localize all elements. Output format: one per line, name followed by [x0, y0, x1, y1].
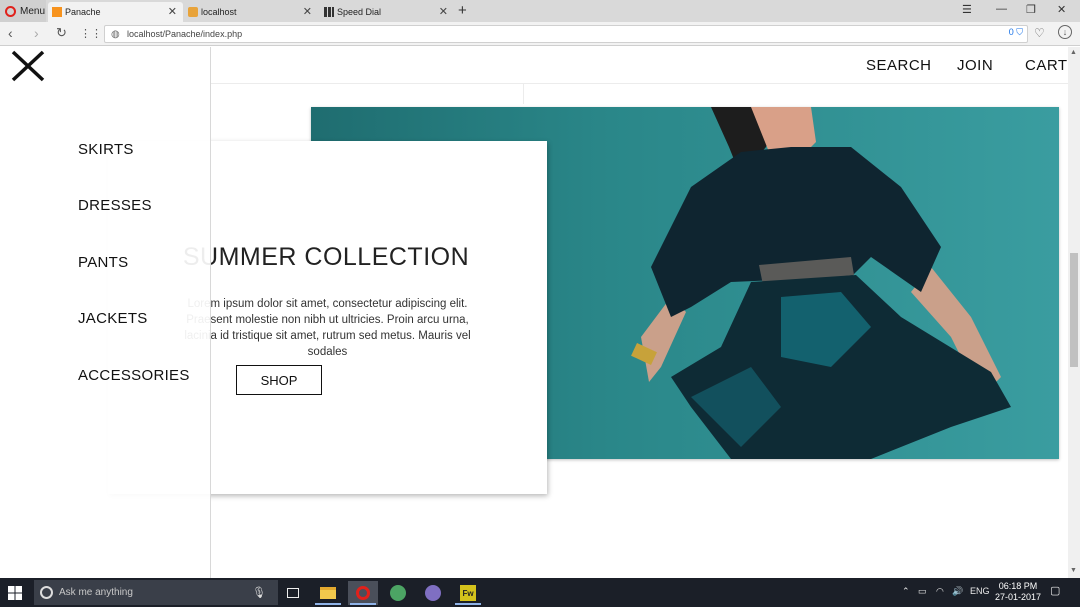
opera-taskbar-icon[interactable] — [348, 581, 378, 605]
windows-taskbar: Ask me anything 🎙 Fw ⌃ ▭ ◠ 🔊 ENG 06:18 P… — [0, 578, 1080, 607]
close-tab-icon[interactable]: ✕ — [168, 5, 177, 18]
tab-title: Speed Dial — [337, 7, 382, 17]
tab-speed-dial[interactable]: Speed Dial ✕ — [320, 2, 454, 22]
panache-favicon-icon — [52, 7, 62, 17]
show-hidden-icons-icon[interactable]: ⌃ — [902, 586, 910, 597]
microphone-icon[interactable]: 🎙 — [252, 586, 266, 599]
browser-tab-bar: Menu Panache ✕ localhost ✕ Speed Dial ✕ … — [0, 0, 1080, 22]
reload-icon[interactable]: ↻ — [56, 25, 67, 41]
battery-icon[interactable]: ▭ — [918, 586, 927, 597]
tab-title: localhost — [201, 7, 237, 17]
url-field[interactable]: ◍ localhost/Panache/index.php 0 ⛉ — [104, 25, 1028, 43]
green-app-taskbar-icon[interactable] — [383, 581, 413, 605]
close-menu-icon[interactable] — [10, 49, 46, 83]
cortana-search-box[interactable]: Ask me anything 🎙 — [34, 580, 278, 605]
side-menu-item-skirts[interactable]: SKIRTS — [78, 141, 134, 158]
nav-search-link[interactable]: SEARCH — [866, 57, 932, 74]
download-icon[interactable]: ↓ — [1058, 25, 1072, 39]
speed-dial-grid-icon — [324, 7, 334, 17]
windows-start-icon[interactable] — [8, 586, 22, 600]
scroll-down-icon[interactable]: ▼ — [1070, 567, 1077, 574]
side-menu-item-pants[interactable]: PANTS — [78, 254, 128, 271]
task-view-icon[interactable] — [278, 581, 308, 605]
nav-cart-link[interactable]: CART — [1025, 57, 1068, 74]
page-scrollbar[interactable]: ▲ ▼ — [1068, 47, 1080, 578]
tab-menu-icon[interactable]: ☰ — [962, 3, 972, 16]
new-tab-plus-icon[interactable]: + — [458, 2, 467, 19]
file-explorer-icon[interactable] — [313, 581, 343, 605]
address-bar-row: ‹ › ↻ ⋮⋮⋮ ◍ localhost/Panache/index.php … — [0, 22, 1080, 46]
notifications-icon[interactable]: ▢ — [1050, 584, 1060, 597]
tab-localhost[interactable]: localhost ✕ — [184, 2, 318, 22]
header-vertical-divider — [523, 84, 524, 104]
header-divider — [211, 83, 1068, 84]
side-menu-item-jackets[interactable]: JACKETS — [78, 310, 148, 327]
browser-menu-button[interactable]: Menu — [0, 0, 46, 22]
clock-time: 06:18 PM — [998, 581, 1038, 591]
restore-window-icon[interactable]: ❐ — [1026, 3, 1036, 16]
nav-join-link[interactable]: JOIN — [957, 57, 993, 74]
side-menu-panel: SKIRTS DRESSES PANTS JACKETS ACCESSORIES — [0, 47, 211, 578]
minimize-window-icon[interactable]: — — [996, 3, 1007, 15]
wifi-icon[interactable]: ◠ — [936, 586, 944, 597]
language-indicator[interactable]: ENG — [970, 586, 990, 596]
scroll-thumb[interactable] — [1070, 253, 1078, 367]
bookmark-heart-icon[interactable]: ♡ — [1034, 26, 1045, 40]
forward-icon[interactable]: › — [34, 25, 39, 41]
scroll-up-icon[interactable]: ▲ — [1070, 49, 1077, 56]
cortana-icon — [40, 586, 53, 599]
tab-panache[interactable]: Panache ✕ — [48, 2, 183, 22]
purple-app-taskbar-icon[interactable] — [418, 581, 448, 605]
side-menu-item-dresses[interactable]: DRESSES — [78, 197, 152, 214]
close-window-icon[interactable]: ✕ — [1057, 3, 1066, 16]
side-menu-item-accessories[interactable]: ACCESSORIES — [78, 367, 190, 384]
adblock-badge[interactable]: 0 ⛉ — [1009, 27, 1023, 38]
globe-icon: ◍ — [111, 29, 120, 40]
close-tab-icon[interactable]: ✕ — [303, 5, 312, 18]
url-text: localhost/Panache/index.php — [127, 29, 243, 39]
clock-date: 27-01-2017 — [994, 592, 1042, 602]
shop-button[interactable]: SHOP — [236, 365, 322, 395]
opera-logo-icon — [5, 5, 16, 17]
localhost-favicon-icon — [188, 7, 198, 17]
browser-menu-label: Menu — [20, 5, 46, 17]
taskbar-clock[interactable]: 06:18 PM 27-01-2017 — [993, 581, 1043, 603]
volume-icon[interactable]: 🔊 — [952, 586, 963, 597]
tab-title: Panache — [65, 7, 101, 17]
cortana-placeholder: Ask me anything — [59, 587, 133, 598]
back-icon[interactable]: ‹ — [8, 25, 13, 41]
close-tab-icon[interactable]: ✕ — [439, 5, 448, 18]
fireworks-taskbar-icon[interactable]: Fw — [453, 581, 483, 605]
